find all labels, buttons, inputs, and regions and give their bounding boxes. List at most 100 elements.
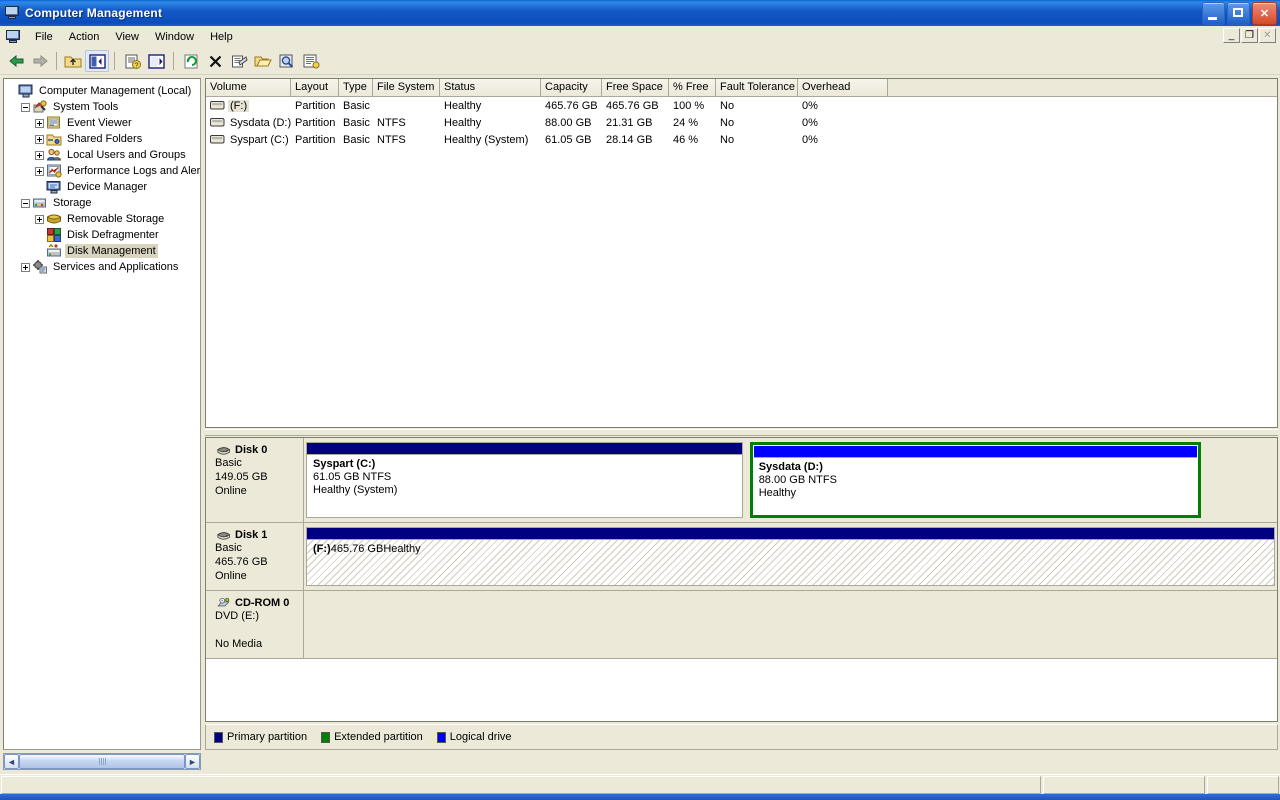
svg-text:?: ? [134, 62, 138, 69]
tree-item-event-viewer[interactable]: Event Viewer [7, 115, 200, 131]
column-header-layout[interactable]: Layout [291, 79, 339, 96]
disk-icon [215, 444, 232, 456]
minimize-button[interactable] [1202, 2, 1225, 25]
tree-item-local-users-and-groups[interactable]: Local Users and Groups [7, 147, 200, 163]
tree-collapse-icon[interactable] [21, 199, 30, 208]
scrollbar-track[interactable] [19, 754, 185, 769]
column-header-capacity[interactable]: Capacity [541, 79, 602, 96]
partition-block[interactable]: Syspart (C:)61.05 GB NTFSHealthy (System… [306, 442, 743, 518]
scroll-right-arrow-icon[interactable]: ► [185, 754, 200, 769]
tree-expand-icon[interactable] [21, 263, 30, 272]
tree-expand-icon[interactable] [35, 135, 44, 144]
tree-item-computer-management-local[interactable]: Computer Management (Local) [7, 83, 200, 99]
disk-size-label [215, 623, 303, 637]
restore-button[interactable] [1227, 2, 1250, 25]
menu-bar: File Action View Window Help [0, 26, 1280, 48]
unallocated-space[interactable] [1205, 442, 1277, 518]
rescan-disks-icon[interactable] [275, 50, 299, 72]
column-header-type[interactable]: Type [339, 79, 373, 96]
disk-row[interactable]: Disk 1Basic465.76 GBOnline(F:)465.76 GBH… [206, 523, 1277, 591]
tree-horizontal-scrollbar[interactable]: ◄ ► [3, 753, 201, 770]
column-header-volume[interactable]: Volume [206, 79, 291, 96]
export-list-icon[interactable] [144, 50, 168, 72]
disk-type-label: DVD (E:) [215, 609, 303, 623]
volume-row[interactable]: Sysdata (D:)PartitionBasicNTFSHealthy88.… [206, 114, 1277, 131]
show-hide-console-tree-icon[interactable] [85, 50, 109, 72]
legend-label: Primary partition [227, 731, 307, 743]
volume-list[interactable]: VolumeLayoutTypeFile SystemStatusCapacit… [205, 78, 1278, 428]
menu-action[interactable]: Action [61, 29, 108, 45]
menu-window[interactable]: Window [147, 29, 202, 45]
scrollbar-thumb[interactable] [19, 754, 185, 769]
volume-row[interactable]: Syspart (C:)PartitionBasicNTFSHealthy (S… [206, 131, 1277, 148]
column-header-overhead[interactable]: Overhead [798, 79, 888, 96]
partition-size-filesystem: 465.76 GB [331, 543, 384, 556]
disk-partition-bar[interactable] [304, 591, 1277, 658]
back-icon[interactable] [4, 50, 28, 72]
menu-view[interactable]: View [107, 29, 147, 45]
disk-info-panel[interactable]: Disk 0Basic149.05 GBOnline [206, 438, 304, 522]
close-button[interactable]: ✕ [1252, 2, 1277, 25]
menu-help[interactable]: Help [202, 29, 241, 45]
tree-expand-icon[interactable] [35, 151, 44, 160]
services-applications-icon [32, 259, 48, 275]
properties-icon[interactable]: ? [120, 50, 144, 72]
volume-cell-overhead: 0% [798, 100, 888, 112]
disk-state-label: Online [215, 484, 303, 498]
volume-row[interactable]: (F:)PartitionBasicHealthy465.76 GB465.76… [206, 97, 1277, 114]
column-header-free-space[interactable]: Free Space [602, 79, 669, 96]
scroll-left-arrow-icon[interactable]: ◄ [4, 754, 19, 769]
volume-name-label: Syspart (C:) [228, 134, 291, 146]
column-header-file-system[interactable]: File System [373, 79, 440, 96]
disk-row[interactable]: CD-ROM 0DVD (E:) No Media [206, 591, 1277, 659]
tree-item-shared-folders[interactable]: Shared Folders [7, 131, 200, 147]
mdi-close-button[interactable]: ✕ [1259, 28, 1276, 43]
disk-row[interactable]: Disk 0Basic149.05 GBOnlineSyspart (C:)61… [206, 438, 1277, 523]
disk-partition-bar[interactable]: (F:)465.76 GBHealthy [304, 523, 1277, 590]
disk-name-label: Disk 0 [235, 444, 267, 456]
tree-item-services-and-applications[interactable]: Services and Applications [7, 259, 200, 275]
volume-list-header[interactable]: VolumeLayoutTypeFile SystemStatusCapacit… [206, 79, 1277, 97]
partition-size-filesystem: 88.00 GB NTFS [759, 474, 1198, 487]
column-header--free[interactable]: % Free [669, 79, 716, 96]
volume-cell-percent-free: 24 % [669, 117, 716, 129]
console-tree[interactable]: Computer Management (Local)System ToolsE… [4, 79, 200, 275]
up-one-level-icon[interactable] [61, 50, 85, 72]
disk-info-panel[interactable]: CD-ROM 0DVD (E:) No Media [206, 591, 304, 658]
tree-item-system-tools[interactable]: System Tools [7, 99, 200, 115]
delete-icon[interactable] [203, 50, 227, 72]
disk-partition-bar[interactable]: Syspart (C:)61.05 GB NTFSHealthy (System… [304, 438, 1277, 522]
tree-item-performance-logs-and-alerts[interactable]: Performance Logs and Alerts [7, 163, 200, 179]
tree-expand-icon[interactable] [35, 167, 44, 176]
mdi-restore-button[interactable]: ❐ [1241, 28, 1258, 43]
window-title: Computer Management [25, 6, 162, 20]
tree-item-disk-management[interactable]: Disk Management [7, 243, 200, 259]
partition-color-bar [307, 443, 742, 455]
menu-file[interactable]: File [27, 29, 61, 45]
column-header-status[interactable]: Status [440, 79, 541, 96]
window-computer-icon [4, 5, 20, 21]
mdi-minimize-button[interactable]: _ [1223, 28, 1240, 43]
tree-collapse-icon[interactable] [21, 103, 30, 112]
pane-splitter[interactable] [205, 429, 1278, 436]
volume-list-body[interactable]: (F:)PartitionBasicHealthy465.76 GB465.76… [206, 97, 1277, 148]
column-header-fault-tolerance[interactable]: Fault Tolerance [716, 79, 798, 96]
tree-item-device-manager[interactable]: Device Manager [7, 179, 200, 195]
refresh-icon[interactable] [179, 50, 203, 72]
volume-cell-overhead: 0% [798, 117, 888, 129]
tree-expand-icon[interactable] [35, 215, 44, 224]
partition-block[interactable]: Sysdata (D:)88.00 GB NTFSHealthy [750, 442, 1201, 518]
volume-cell-free-space: 465.76 GB [602, 100, 669, 112]
tree-expand-icon[interactable] [35, 119, 44, 128]
disk-info-panel[interactable]: Disk 1Basic465.76 GBOnline [206, 523, 304, 590]
tree-item-label: Computer Management (Local) [37, 84, 193, 98]
help-topic-icon[interactable] [299, 50, 323, 72]
graphical-disk-view[interactable]: Disk 0Basic149.05 GBOnlineSyspart (C:)61… [205, 437, 1278, 722]
partition-block[interactable]: (F:)465.76 GBHealthy [306, 527, 1275, 586]
tree-item-disk-defragmenter[interactable]: Disk Defragmenter [7, 227, 200, 243]
tree-item-storage[interactable]: Storage [7, 195, 200, 211]
tree-item-removable-storage[interactable]: Removable Storage [7, 211, 200, 227]
open-folder-icon[interactable] [251, 50, 275, 72]
disk-title: CD-ROM 0 [215, 597, 303, 609]
all-tasks-icon[interactable] [227, 50, 251, 72]
